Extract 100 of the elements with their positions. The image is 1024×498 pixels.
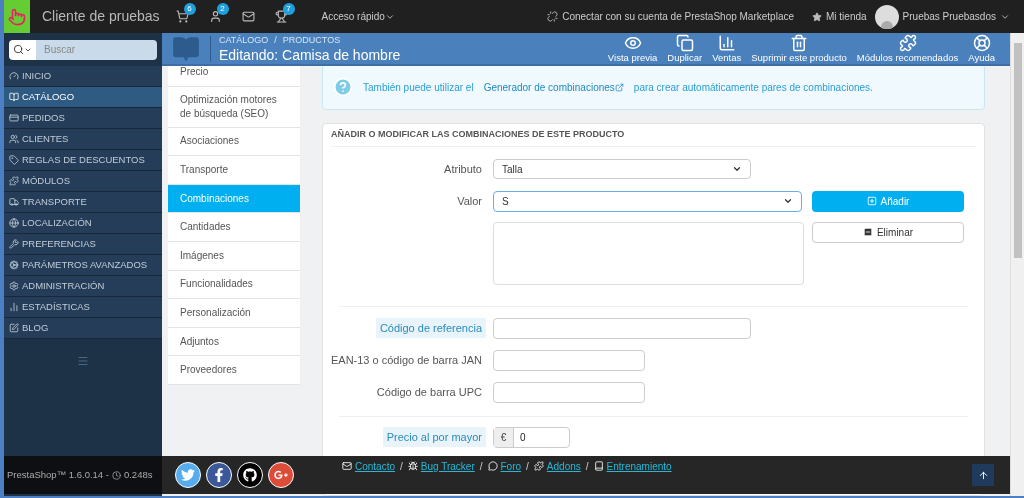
bug-icon: [407, 461, 418, 471]
search-menu-button[interactable]: [9, 39, 37, 60]
plus-icon: [866, 196, 877, 206]
user-menu[interactable]: Pruebas Pruebasdos: [902, 9, 1010, 24]
scroll-top-button[interactable]: [972, 464, 994, 486]
google-plus-icon[interactable]: [268, 462, 294, 488]
link-separator: /: [526, 459, 529, 474]
twitter-icon[interactable]: [175, 462, 201, 488]
facebook-icon[interactable]: [206, 462, 232, 488]
sidebar-item[interactable]: INICIO: [4, 66, 162, 87]
info-text: para crear automáticamente pares de combinaciones.: [633, 80, 873, 95]
text-field[interactable]: [493, 317, 751, 339]
footer-link[interactable]: Entrenamiento: [606, 458, 672, 474]
count-badge: 7: [282, 3, 295, 15]
tab[interactable]: Transporte: [168, 156, 300, 185]
sidebar-item[interactable]: TRANSPORTE: [4, 192, 162, 213]
link-separator: /: [400, 459, 403, 474]
sidebar-item[interactable]: CLIENTES: [4, 129, 162, 150]
link-separator: /: [585, 459, 589, 474]
tag-icon: [9, 155, 19, 165]
tab[interactable]: Adjuntos: [168, 327, 300, 357]
link-separator: /: [479, 459, 483, 474]
sidebar-item[interactable]: LOCALIZACIÓN: [4, 213, 162, 234]
link-icon: [547, 11, 559, 22]
field-label: Código de barra UPC: [375, 384, 483, 400]
quick-access-menu[interactable]: Acceso rápido: [321, 9, 395, 24]
sidebar-item[interactable]: CATÁLOGO: [4, 87, 162, 108]
footer-link[interactable]: Bug Tracker: [420, 458, 475, 474]
toolbar-button[interactable]: Ayuda: [963, 33, 1000, 64]
book-icon: [172, 34, 200, 63]
footer-link[interactable]: Contacto: [355, 458, 396, 474]
user-icon[interactable]: [208, 10, 222, 23]
tab[interactable]: Proveedores: [168, 356, 300, 385]
scrollbar[interactable]: [1010, 33, 1024, 496]
toolbar-button[interactable]: Vista previa: [602, 33, 663, 64]
sidebar-item[interactable]: MÓDULOS: [4, 171, 162, 192]
puzzle-icon: [898, 33, 917, 52]
remove-button[interactable]: Eliminar: [812, 221, 964, 243]
clock-icon: [111, 470, 121, 480]
globe-icon: [9, 218, 19, 228]
panel-heading: AÑADIR O MODIFICAR LAS COMBINACIONES DE ESTE PRODUCTO: [331, 128, 625, 142]
trophy-icon[interactable]: [274, 10, 288, 23]
sidebar-item[interactable]: PREFERENCIAS: [4, 234, 162, 255]
mail-icon[interactable]: [241, 10, 255, 23]
field-label: Precio al por mayor: [382, 426, 486, 448]
tab[interactable]: Cantidades: [168, 213, 300, 242]
shop-link[interactable]: Mi tienda: [826, 9, 867, 24]
pencil-icon: [9, 323, 19, 333]
trash-icon: [790, 33, 809, 52]
search-icon: [13, 44, 24, 55]
price-field[interactable]: € 0: [493, 426, 570, 448]
value-select[interactable]: S: [493, 190, 802, 212]
count-badge: 2: [216, 3, 229, 15]
sidebar-item[interactable]: ESTADÍSTICAS: [4, 297, 162, 318]
footer-link[interactable]: Addons: [546, 458, 581, 474]
sidebar-item[interactable]: REGLAS DE DESCUENTOS: [4, 150, 162, 171]
toolbar-button[interactable]: Módulos recomendados: [851, 33, 964, 64]
wrench-icon: [9, 239, 19, 249]
mail-icon: [342, 461, 352, 471]
tab[interactable]: Optimización motores de búsqueda (SEO): [168, 86, 300, 128]
book-icon: [593, 461, 604, 471]
settings-icon: [9, 281, 19, 291]
cart-icon[interactable]: [175, 10, 189, 23]
sidebar-item[interactable]: PEDIDOS: [4, 108, 162, 129]
sidebar-item[interactable]: BLOG: [4, 318, 162, 339]
users-icon: [9, 134, 19, 144]
caret-icon: [783, 196, 793, 206]
card-icon: [9, 113, 19, 123]
external-link-icon: [614, 82, 624, 92]
shop-name[interactable]: Cliente de pruebas: [42, 6, 160, 27]
tab[interactable]: Personalización: [168, 299, 300, 328]
text-field[interactable]: [493, 349, 645, 371]
copy-icon: [675, 33, 694, 52]
field-label: EAN-13 o código de barra JAN: [329, 352, 483, 368]
minus-icon: [862, 227, 873, 237]
tab[interactable]: Asociaciones: [168, 127, 300, 157]
github-icon[interactable]: [237, 462, 263, 488]
sidebar-item[interactable]: ADMINISTRACIÓN: [4, 276, 162, 297]
text-field[interactable]: [493, 381, 645, 403]
avatar[interactable]: [874, 4, 899, 29]
toolbar-button[interactable]: Duplicar: [662, 33, 708, 64]
generator-link[interactable]: Generador de combinaciones: [483, 79, 624, 95]
tab[interactable]: Precio: [168, 66, 300, 87]
attribute-select[interactable]: Talla: [493, 159, 751, 180]
sidebar-item[interactable]: PARÁMETROS AVANZADOS: [4, 255, 162, 276]
puzzle-icon: [9, 176, 19, 186]
toolbar-button[interactable]: Suprimir este producto: [746, 33, 852, 64]
marketplace-link[interactable]: Conectar con su cuenta de PrestaShop Marketplace: [562, 9, 794, 24]
count-badge: 6: [183, 3, 196, 15]
info-text: También puede utilizar el: [363, 80, 474, 95]
help-icon: [972, 33, 991, 52]
field-label: Valor: [456, 193, 483, 209]
search-field[interactable]: Buscar: [36, 39, 157, 60]
footer-link[interactable]: Foro: [500, 458, 522, 474]
tab[interactable]: Imágenes: [168, 241, 300, 271]
tab[interactable]: Funcionalidades: [168, 270, 300, 300]
field-label: Atributo: [443, 162, 483, 177]
bar-chart-icon: [717, 33, 736, 52]
puzzle-icon: [533, 461, 544, 471]
toolbar-button[interactable]: Ventas: [707, 33, 747, 64]
